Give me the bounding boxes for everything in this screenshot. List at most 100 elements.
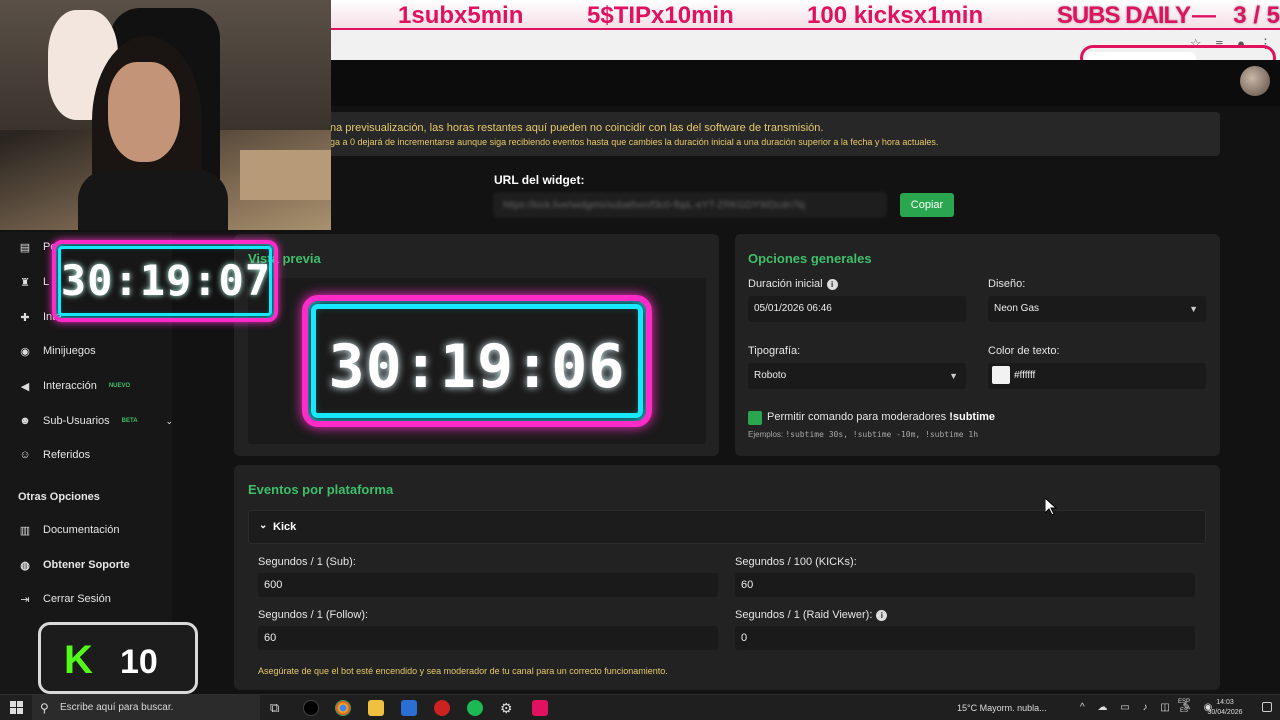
info-icon[interactable]: i bbox=[826, 278, 838, 290]
sidebar-item-subusers[interactable]: ☻ Sub-Usuarios BETA ⌄ bbox=[18, 415, 173, 427]
gamepad-icon: ◉ bbox=[20, 346, 30, 358]
system-tray-icons[interactable]: ^ ☁ ▭ ♪ ◫ ✎ ◉ bbox=[1080, 695, 1217, 720]
kick-platform-label: Kick bbox=[273, 521, 297, 533]
clock[interactable]: 14:03 30/04/2026 bbox=[1200, 698, 1250, 718]
weather-widget[interactable]: 15°C Mayorm. nubla... bbox=[957, 695, 1047, 720]
info-icon[interactable]: i bbox=[876, 609, 888, 621]
mouse-cursor-icon bbox=[1044, 496, 1058, 521]
duration-input[interactable]: 05/01/2026 06:46 bbox=[748, 296, 966, 322]
sidebar-item-docs[interactable]: ▥ Documentación bbox=[18, 524, 120, 537]
taskbar: ⚲ Escribe aquí para buscar. ⧉ ⚙ 15°C Mayo… bbox=[0, 694, 1280, 720]
task-view-icon[interactable]: ⧉ bbox=[270, 700, 286, 716]
widget-url-input[interactable]: https://kick.live/widgets/subathon/f3c0-… bbox=[494, 193, 886, 217]
sub-seconds-input[interactable]: 600 bbox=[258, 573, 718, 597]
raid-seconds-label: Segundos / 1 (Raid Viewer): i bbox=[735, 609, 888, 621]
avatar[interactable] bbox=[1240, 66, 1270, 96]
language-indicator[interactable]: ESP ES bbox=[1178, 698, 1190, 716]
sidebar-item-logout[interactable]: ⇥ Cerrar Sesión bbox=[18, 593, 110, 606]
banner-promo-kicks: 100 kicksx1min bbox=[807, 2, 984, 29]
sidebar-item-support[interactable]: ◍ Obtener Soporte bbox=[18, 559, 130, 572]
screen: 1subx5min 5$TIPx10min 100 kicksx1min SUB… bbox=[0, 0, 1280, 720]
trophy-icon: ♜ bbox=[20, 277, 30, 289]
typography-select[interactable]: Roboto ▼ bbox=[748, 363, 966, 389]
typography-label: Tipografía: bbox=[748, 345, 801, 357]
chevron-down-icon: ▼ bbox=[949, 371, 958, 381]
text-color-value: #ffffff bbox=[1014, 370, 1036, 381]
stream-banner: 1subx5min 5$TIPx10min 100 kicksx1min SUB… bbox=[330, 0, 1280, 30]
search-icon: ⚲ bbox=[40, 701, 49, 715]
taskbar-search-placeholder: Escribe aquí para buscar. bbox=[60, 702, 174, 713]
notification-icon[interactable] bbox=[1262, 702, 1272, 712]
logout-icon: ⇥ bbox=[20, 594, 30, 606]
sidebar-item-profile[interactable]: ▤ Pe bbox=[18, 241, 57, 254]
subs-daily-label: SUBS DAILY bbox=[1056, 2, 1191, 29]
mod-command-label: Permitir comando para moderadores !subti… bbox=[767, 411, 996, 423]
general-options-title: Opciones generales bbox=[748, 251, 872, 266]
sidebar-item-referrals[interactable]: ☺ Referidos bbox=[18, 449, 90, 461]
windows-start-icon[interactable] bbox=[10, 701, 23, 719]
kick-counter-widget bbox=[38, 622, 198, 694]
taskbar-search[interactable]: ⚲ Escribe aquí para buscar. bbox=[32, 695, 260, 720]
webcam-shelf bbox=[240, 150, 331, 200]
store-icon[interactable] bbox=[401, 700, 417, 716]
mod-command-checkbox[interactable] bbox=[748, 411, 762, 425]
sub-seconds-label: Segundos / 1 (Sub): bbox=[258, 556, 356, 568]
chrome-icon[interactable] bbox=[335, 700, 351, 716]
warning-box: na previsualización, las horas restantes… bbox=[316, 112, 1220, 156]
bot-note: Asegúrate de que el bot esté encendido y… bbox=[258, 666, 668, 676]
sidebar-item-achievements[interactable]: ♜ L bbox=[18, 276, 49, 289]
other-options-title: Otras Opciones bbox=[18, 491, 100, 503]
megaphone-icon: ◀ bbox=[20, 381, 30, 393]
settings-icon[interactable]: ⚙ bbox=[500, 700, 516, 716]
design-value: Neon Gas bbox=[994, 303, 1040, 314]
mod-command: !subtime bbox=[949, 411, 996, 423]
duration-label: Duración inicial i bbox=[748, 278, 838, 290]
spotify-icon[interactable] bbox=[467, 700, 483, 716]
kicks-seconds-label: Segundos / 100 (KICKs): bbox=[735, 556, 857, 568]
command-examples-list: !subtime 30s, !subtime -10m, !subtime 1h bbox=[785, 430, 979, 439]
preview-timer: 30:19:06 bbox=[328, 332, 626, 402]
chevron-down-icon: ▼ bbox=[1189, 304, 1198, 314]
command-examples: Ejemplos: !subtime 30s, !subtime -10m, !… bbox=[748, 430, 979, 439]
group-icon: ☺ bbox=[19, 449, 31, 461]
raid-seconds-input[interactable]: 0 bbox=[735, 626, 1195, 650]
warning-line-2: ga a 0 dejará de incrementarse aunque si… bbox=[330, 137, 939, 147]
site-header bbox=[330, 60, 1280, 106]
text-color-label: Color de texto: bbox=[988, 345, 1060, 357]
support-icon: ◍ bbox=[20, 560, 30, 572]
banner-promo-tips: 5$TIPx10min bbox=[587, 2, 734, 29]
kick-counter: 10 bbox=[120, 643, 158, 681]
minimize-icon[interactable]: — bbox=[1192, 2, 1216, 30]
book-icon: ▥ bbox=[19, 525, 31, 537]
subs-daily-counter: 3 / 5 bbox=[1233, 2, 1280, 29]
typography-value: Roboto bbox=[754, 370, 787, 381]
design-label: Diseño: bbox=[988, 278, 1026, 290]
tiktok-icon[interactable] bbox=[303, 700, 319, 716]
folder-icon[interactable] bbox=[368, 700, 384, 716]
follow-seconds-input[interactable]: 60 bbox=[258, 626, 718, 650]
design-select[interactable]: Neon Gas ▼ bbox=[988, 296, 1206, 322]
sidebar-item-minigames[interactable]: ◉ Minijuegos bbox=[18, 345, 95, 358]
tiktok-live-icon[interactable] bbox=[532, 700, 548, 716]
beta-badge: BETA bbox=[121, 418, 138, 424]
text-color-input[interactable]: #ffffff bbox=[988, 363, 1206, 389]
follow-seconds-label: Segundos / 1 (Follow): bbox=[258, 609, 369, 621]
kick-accordion-header[interactable]: ⌄ Kick bbox=[248, 510, 1206, 544]
color-swatch[interactable] bbox=[992, 366, 1010, 385]
overlay-timer: 30:19:07 bbox=[60, 256, 272, 305]
kick-logo-icon: K bbox=[64, 638, 93, 682]
puzzle-icon: ✚ bbox=[20, 312, 30, 324]
copy-button[interactable]: Copiar bbox=[900, 193, 954, 217]
banner-promo-subs: 1subx5min bbox=[398, 2, 524, 29]
chevron-down-icon: ⌄ bbox=[165, 415, 174, 426]
events-title: Eventos por plataforma bbox=[248, 482, 394, 497]
webcam-face bbox=[108, 62, 180, 162]
app-icon[interactable] bbox=[434, 700, 450, 716]
kicks-seconds-input[interactable]: 60 bbox=[735, 573, 1195, 597]
sidebar-item-interaction[interactable]: ◀ Interacción NUEVO bbox=[18, 380, 131, 393]
id-card-icon: ▤ bbox=[19, 242, 31, 254]
webcam-shirt bbox=[78, 170, 228, 230]
new-badge: NUEVO bbox=[108, 383, 131, 389]
widget-url-label: URL del widget: bbox=[494, 173, 585, 187]
chevron-down-icon: ⌄ bbox=[259, 520, 268, 531]
